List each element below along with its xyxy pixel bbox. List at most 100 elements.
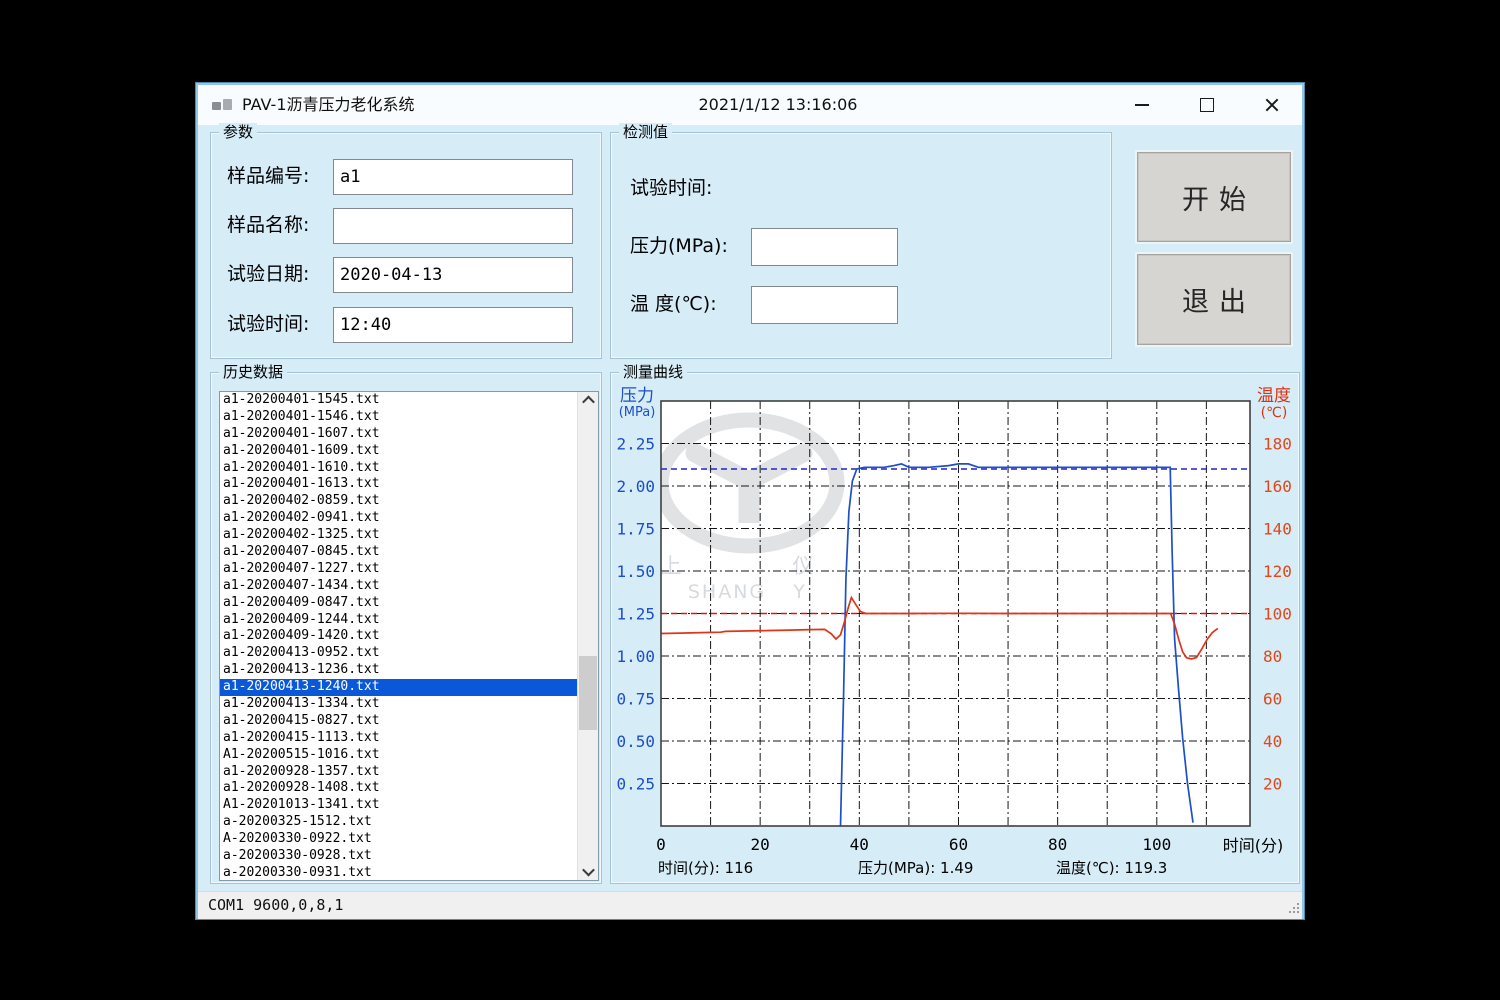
list-item[interactable]: a1-20200401-1607.txt xyxy=(220,426,578,443)
window-title: PAV-1沥青压力老化系统 xyxy=(242,85,415,125)
list-item[interactable]: a1-20200407-1227.txt xyxy=(220,561,578,578)
sample-name-input[interactable] xyxy=(333,208,573,244)
left-axis-tick: 1.25 xyxy=(616,605,655,624)
list-item[interactable]: a1-20200402-0859.txt xyxy=(220,493,578,510)
list-item[interactable]: a1-20200407-1434.txt xyxy=(220,578,578,595)
close-button[interactable] xyxy=(1249,85,1295,125)
test-date-label: 试验日期: xyxy=(227,257,309,291)
list-item[interactable]: a1-20200413-0952.txt xyxy=(220,645,578,662)
left-axis-tick: 1.50 xyxy=(616,562,655,581)
maximize-button[interactable] xyxy=(1184,85,1230,125)
list-item[interactable]: a1-20200401-1613.txt xyxy=(220,476,578,493)
minimize-icon xyxy=(1135,104,1149,106)
left-axis-tick: 0.50 xyxy=(616,732,655,751)
left-axis-title: 压力(MPa) xyxy=(613,387,661,420)
parameters-group-title: 参数 xyxy=(219,123,257,141)
start-button[interactable]: 开始 xyxy=(1137,152,1291,242)
list-item[interactable]: a1-20200409-1420.txt xyxy=(220,628,578,645)
list-item[interactable]: a1-20200413-1334.txt xyxy=(220,696,578,713)
list-item[interactable]: a1-20200402-1325.txt xyxy=(220,527,578,544)
chevron-up-icon xyxy=(582,396,595,409)
left-axis-tick: 1.75 xyxy=(616,520,655,539)
list-item[interactable]: a-20200330-0931.txt xyxy=(220,865,578,881)
elapsed-time-label: 试验时间: xyxy=(630,173,712,203)
list-item[interactable]: a1-20200401-1545.txt xyxy=(220,392,578,409)
x-axis-title: 时间(分) xyxy=(1207,832,1299,856)
scroll-down-button[interactable] xyxy=(578,863,598,880)
right-axis-tick: 40 xyxy=(1263,732,1282,751)
time-readout: 时间(分): 116 xyxy=(658,857,753,878)
list-item[interactable]: a1-20200401-1546.txt xyxy=(220,409,578,426)
screen-background: 2021/1/12 13:16:06 PAV-1沥青压力老化系统 参数 样品编号… xyxy=(0,0,1500,1000)
history-scrollbar[interactable] xyxy=(577,392,598,880)
list-item[interactable]: a1-20200415-0827.txt xyxy=(220,713,578,730)
right-axis-tick: 20 xyxy=(1263,775,1282,794)
title-bar[interactable]: 2021/1/12 13:16:06 PAV-1沥青压力老化系统 xyxy=(198,85,1302,125)
pressure-value-label: 压力(MPa): xyxy=(630,227,728,265)
list-item[interactable]: A-20200330-0922.txt xyxy=(220,831,578,848)
test-date-input[interactable] xyxy=(333,257,573,293)
app-window: 2021/1/12 13:16:06 PAV-1沥青压力老化系统 参数 样品编号… xyxy=(196,83,1304,919)
scrollbar-thumb[interactable] xyxy=(579,656,597,730)
exit-button[interactable]: 退出 xyxy=(1137,254,1291,345)
list-item[interactable]: A1-20200515-1016.txt xyxy=(220,747,578,764)
left-axis-tick: 2.25 xyxy=(616,435,655,454)
right-axis-tick: 80 xyxy=(1263,647,1282,666)
maximize-icon xyxy=(1200,98,1214,112)
x-axis-tick: 100 xyxy=(1142,835,1171,854)
list-item[interactable]: a1-20200409-0847.txt xyxy=(220,595,578,612)
svg-text:Y: Y xyxy=(792,581,805,603)
com-port-status: COM1 9600,0,8,1 xyxy=(208,892,343,919)
left-axis-tick: 2.00 xyxy=(616,477,655,496)
list-item[interactable]: a1-20200407-0845.txt xyxy=(220,544,578,561)
sample-number-label: 样品编号: xyxy=(227,159,309,193)
right-axis-tick: 60 xyxy=(1263,690,1282,709)
pressure-readout: 压力(MPa): 1.49 xyxy=(858,857,973,878)
list-item[interactable]: a1-20200413-1236.txt xyxy=(220,662,578,679)
right-axis-tick: 100 xyxy=(1263,605,1292,624)
list-item[interactable]: a1-20200402-0941.txt xyxy=(220,510,578,527)
history-group-title: 历史数据 xyxy=(219,363,287,381)
history-group: 历史数据 a1-20200401-1545.txta1-20200401-154… xyxy=(210,372,602,884)
left-axis-tick: 0.75 xyxy=(616,690,655,709)
history-listbox[interactable]: a1-20200401-1545.txta1-20200401-1546.txt… xyxy=(219,391,599,881)
svg-text:仪: 仪 xyxy=(793,554,814,578)
right-axis-tick: 140 xyxy=(1263,520,1292,539)
temperature-value-label: 温 度(℃): xyxy=(630,285,717,323)
x-axis-tick: 20 xyxy=(751,835,770,854)
list-item[interactable]: a1-20200409-1244.txt xyxy=(220,612,578,629)
list-item[interactable]: a1-20200928-1357.txt xyxy=(220,764,578,781)
pressure-value-input[interactable] xyxy=(751,228,898,266)
temperature-readout: 温度(℃): 119.3 xyxy=(1056,857,1167,878)
temperature-value-input[interactable] xyxy=(751,286,898,324)
minimize-button[interactable] xyxy=(1119,85,1165,125)
right-axis-tick: 160 xyxy=(1263,477,1292,496)
svg-text:上: 上 xyxy=(661,554,682,578)
right-axis-title: 温度(℃) xyxy=(1251,387,1297,421)
list-item[interactable]: A1-20201013-1341.txt xyxy=(220,797,578,814)
list-item[interactable]: a-20200330-0928.txt xyxy=(220,848,578,865)
right-axis-tick: 180 xyxy=(1263,435,1292,454)
resize-grip-icon[interactable] xyxy=(1287,903,1299,915)
scroll-up-button[interactable] xyxy=(578,392,598,409)
list-item[interactable]: a1-20200401-1609.txt xyxy=(220,443,578,460)
detection-group: 检测值 试验时间: 压力(MPa): 温 度(℃): xyxy=(610,132,1112,359)
parameters-group: 参数 样品编号: 样品名称: 试验日期: 试验时间: xyxy=(210,132,602,359)
measurement-chart: 上 仪 SHANG Y 2.25 2.00 1.75 1.50 1.25 1.00 0.75 0.50… xyxy=(611,373,1299,883)
list-item[interactable]: a-20200325-1512.txt xyxy=(220,814,578,831)
test-time-input[interactable] xyxy=(333,307,573,343)
list-item[interactable]: a1-20200415-1113.txt xyxy=(220,730,578,747)
list-item[interactable]: a1-20200401-1610.txt xyxy=(220,460,578,477)
left-axis-tick: 1.00 xyxy=(616,647,655,666)
list-item[interactable]: a1-20200928-1408.txt xyxy=(220,780,578,797)
x-axis-tick: 60 xyxy=(949,835,968,854)
sample-number-input[interactable] xyxy=(333,159,573,195)
list-item[interactable]: a1-20200413-1240.txt xyxy=(220,679,578,696)
close-icon xyxy=(1263,96,1281,114)
x-axis-tick: 0 xyxy=(656,835,666,854)
chevron-down-icon xyxy=(582,864,595,877)
test-time-label: 试验时间: xyxy=(227,307,309,341)
svg-text:SHANG: SHANG xyxy=(688,581,766,603)
detection-group-title: 检测值 xyxy=(619,123,672,141)
x-axis-tick: 40 xyxy=(850,835,869,854)
